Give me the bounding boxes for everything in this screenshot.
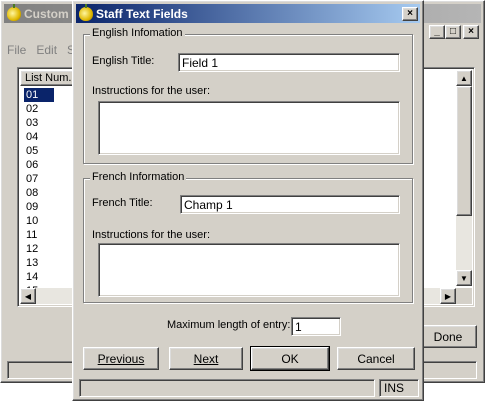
scroll-thumb[interactable] xyxy=(456,86,472,216)
background-window-title: Custom xyxy=(24,6,69,21)
french-title-input[interactable]: Champ 1 xyxy=(180,195,400,214)
english-group-legend: English Infomation xyxy=(90,27,185,39)
list-item[interactable]: 12 xyxy=(26,242,54,256)
vertical-scrollbar[interactable]: ▲ ▼ xyxy=(456,70,472,286)
list-item[interactable]: 07 xyxy=(26,172,54,186)
minimize-button[interactable]: _ xyxy=(429,25,445,39)
background-menubar: File Edit S xyxy=(7,43,75,57)
previous-label: Previous xyxy=(97,351,145,366)
french-group-legend: French Information xyxy=(90,171,187,183)
menu-edit[interactable]: Edit xyxy=(36,43,57,57)
list-items: 01 02 03 04 05 06 07 08 09 10 11 12 13 1… xyxy=(24,88,54,298)
list-item[interactable]: 14 xyxy=(26,270,54,284)
dialog-title: Staff Text Fields xyxy=(96,6,188,21)
done-label: Done xyxy=(433,329,463,344)
scroll-corner xyxy=(456,288,472,304)
arrow-left-icon: ◀ xyxy=(24,291,32,301)
french-information-group: French Information French Title: Champ 1… xyxy=(83,171,413,303)
menu-file[interactable]: File xyxy=(7,43,26,57)
app-icon xyxy=(79,3,93,21)
list-item[interactable]: 13 xyxy=(26,256,54,270)
list-item[interactable]: 02 xyxy=(26,102,54,116)
scroll-down-button[interactable]: ▼ xyxy=(456,270,472,286)
dialog-statusbar xyxy=(79,379,375,397)
insert-mode-label: INS xyxy=(384,381,405,395)
cancel-button[interactable]: Cancel xyxy=(337,347,415,370)
list-item[interactable]: 03 xyxy=(26,116,54,130)
english-title-input[interactable]: Field 1 xyxy=(178,53,400,72)
minimize-icon: _ xyxy=(434,26,440,37)
arrow-down-icon: ▼ xyxy=(460,273,468,283)
max-length-label: Maximum length of entry: xyxy=(167,319,291,331)
english-instructions-label: Instructions for the user: xyxy=(92,85,210,97)
dialog-close-button[interactable]: × xyxy=(402,7,418,21)
close-icon: × xyxy=(407,8,413,19)
cancel-label: Cancel xyxy=(357,351,395,366)
done-button[interactable]: Done xyxy=(419,325,477,348)
list-item[interactable]: 09 xyxy=(26,200,54,214)
staff-text-fields-dialog: Staff Text Fields × English Infomation E… xyxy=(72,0,424,401)
english-title-label: English Title: xyxy=(92,55,155,67)
next-button[interactable]: Next xyxy=(169,347,243,370)
max-length-input[interactable]: 1 xyxy=(291,317,341,336)
list-item[interactable]: 05 xyxy=(26,144,54,158)
previous-button[interactable]: Previous xyxy=(83,347,159,370)
french-instructions-textarea[interactable] xyxy=(98,243,400,297)
french-title-label: French Title: xyxy=(92,197,153,209)
ok-button[interactable]: OK xyxy=(250,346,330,371)
english-instructions-textarea[interactable] xyxy=(98,101,400,155)
insert-mode-indicator: INS xyxy=(379,379,419,397)
english-information-group: English Infomation English Title: Field … xyxy=(83,27,413,164)
list-header-label: List Num... xyxy=(25,72,78,84)
maximize-button[interactable]: □ xyxy=(445,25,461,39)
french-instructions-label: Instructions for the user: xyxy=(92,229,210,241)
list-item[interactable]: 01 xyxy=(24,88,54,102)
list-item[interactable]: 08 xyxy=(26,186,54,200)
list-item[interactable]: 04 xyxy=(26,130,54,144)
next-label: Next xyxy=(193,351,219,366)
ok-label: OK xyxy=(281,351,299,366)
background-close-button[interactable]: × xyxy=(463,25,479,39)
list-item[interactable]: 11 xyxy=(26,228,54,242)
close-icon: × xyxy=(468,26,474,37)
scroll-right-button[interactable]: ▶ xyxy=(440,288,456,304)
arrow-up-icon: ▲ xyxy=(460,73,468,83)
scroll-left-button[interactable]: ◀ xyxy=(20,288,36,304)
maximize-icon: □ xyxy=(449,26,457,37)
app-icon xyxy=(7,3,21,21)
arrow-right-icon: ▶ xyxy=(444,291,452,301)
list-item[interactable]: 10 xyxy=(26,214,54,228)
dialog-titlebar[interactable]: Staff Text Fields xyxy=(76,3,420,23)
list-item[interactable]: 06 xyxy=(26,158,54,172)
scroll-up-button[interactable]: ▲ xyxy=(456,70,472,86)
